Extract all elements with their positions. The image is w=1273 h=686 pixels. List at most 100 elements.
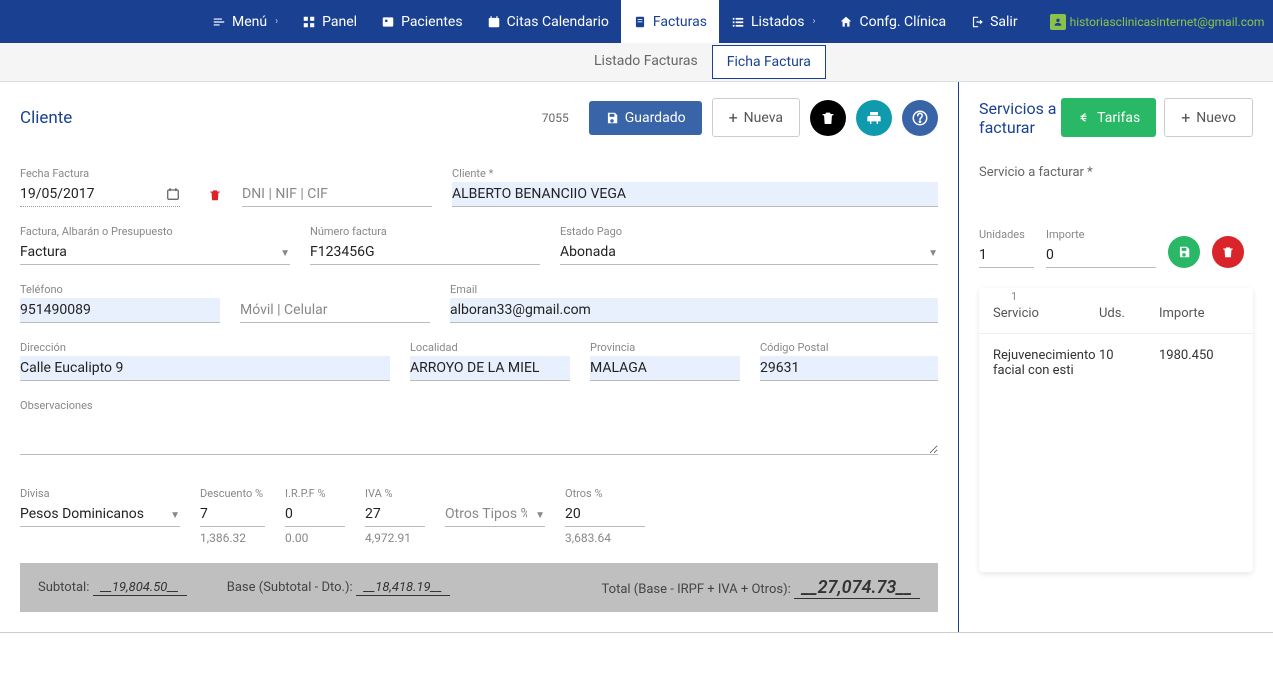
bottom-border: [0, 632, 1273, 633]
email-input[interactable]: [450, 298, 938, 323]
row-servicio: Rejuvenecimiento facial con esti: [993, 348, 1099, 378]
obs-label: Observaciones: [20, 399, 938, 412]
right-header: Servicios a facturar Tarifas + Nuevo: [979, 98, 1253, 137]
base-label: Base (Subtotal - Dto.):: [227, 580, 353, 595]
subnav-ficha[interactable]: Ficha Factura: [712, 45, 826, 79]
nav-citas[interactable]: Citas Calendario: [475, 0, 621, 43]
help-button[interactable]: [902, 100, 938, 136]
cp-input[interactable]: [760, 356, 938, 381]
nav-salir[interactable]: Salir: [958, 0, 1029, 43]
top-nav: Menú › Panel Pacientes Citas Calendario …: [0, 0, 1273, 43]
movil-input[interactable]: [240, 298, 430, 323]
delete-service-button[interactable]: [1212, 236, 1244, 268]
cliente-input[interactable]: [452, 182, 938, 207]
print-icon: [866, 110, 882, 126]
user-icon: [1050, 14, 1066, 30]
total-value: __27,074.73__: [794, 577, 920, 599]
estado-label: Estado Pago: [560, 225, 938, 238]
estado-select[interactable]: [560, 240, 938, 265]
guardado-button[interactable]: Guardado: [589, 101, 702, 135]
list-icon: [731, 15, 745, 29]
guardado-label: Guardado: [625, 110, 686, 126]
cliente-title: Cliente: [20, 108, 72, 128]
table-header: 1 Servicio Uds. Importe: [979, 288, 1253, 334]
loc-input[interactable]: [410, 356, 570, 381]
nav-pacientes[interactable]: Pacientes: [369, 0, 475, 43]
iva-calc: 4,972.91: [365, 531, 425, 545]
tel-label: Teléfono: [20, 283, 220, 296]
header-actions: 7055 Guardado + Nueva: [542, 98, 938, 137]
delete-button[interactable]: [810, 100, 846, 136]
unidades-input[interactable]: [979, 243, 1034, 268]
left-panel: Cliente 7055 Guardado + Nueva: [0, 82, 959, 632]
importe-input[interactable]: [1046, 243, 1156, 268]
total-label: Total (Base - IRPF + IVA + Otros):: [602, 582, 791, 597]
prov-label: Provincia: [590, 341, 740, 354]
otros-input[interactable]: [565, 502, 645, 527]
obs-textarea[interactable]: [20, 414, 938, 455]
calendar-icon: [487, 15, 501, 29]
divisa-select[interactable]: [20, 502, 180, 527]
invoice-id: 7055: [542, 111, 569, 125]
nav-facturas[interactable]: Facturas: [621, 0, 719, 43]
dir-input[interactable]: [20, 356, 390, 381]
row-uds: 10: [1099, 348, 1159, 378]
nav-user[interactable]: historiasclinicasinternet@gmail.com: [1050, 14, 1265, 30]
tarifas-button[interactable]: Tarifas: [1061, 98, 1156, 137]
nav-menu[interactable]: Menú ›: [200, 0, 290, 43]
menu-icon: [212, 15, 226, 29]
tarifas-label: Tarifas: [1097, 110, 1140, 126]
subnav-listado[interactable]: Listado Facturas: [580, 45, 712, 77]
patients-icon: [381, 15, 395, 29]
print-button[interactable]: [856, 100, 892, 136]
panel-icon: [302, 15, 316, 29]
totals-bar: Subtotal: __19,804.50__ Base (Subtotal -…: [20, 563, 938, 612]
dni-input[interactable]: [242, 182, 432, 207]
nueva-button[interactable]: + Nueva: [712, 98, 800, 137]
dir-label: Dirección: [20, 341, 390, 354]
loc-label: Localidad: [410, 341, 570, 354]
desc-input[interactable]: [200, 502, 265, 527]
iva-input[interactable]: [365, 502, 425, 527]
nav-facturas-label: Facturas: [653, 14, 707, 30]
right-panel: Servicios a facturar Tarifas + Nuevo Ser…: [959, 82, 1273, 632]
otros-tipos-label: [445, 487, 545, 500]
nuevo-button[interactable]: + Nuevo: [1164, 98, 1253, 137]
subtotal-value: __19,804.50__: [93, 580, 187, 596]
doctype-label: Factura, Albarán o Presupuesto: [20, 225, 290, 238]
email-label: Email: [450, 283, 938, 296]
nav-menu-label: Menú: [232, 14, 267, 30]
numfact-input[interactable]: [310, 240, 540, 265]
nav-listados[interactable]: Listados ›: [719, 0, 828, 43]
nav-confg-label: Confg. Clínica: [859, 14, 946, 30]
tel-input[interactable]: [20, 298, 220, 323]
col-uds: Uds.: [1099, 306, 1159, 321]
save-service-button[interactable]: [1168, 236, 1200, 268]
help-icon: [911, 109, 929, 127]
plus-icon: +: [1181, 108, 1190, 127]
irpf-calc: 0.00: [285, 531, 345, 545]
numfact-label: Número factura: [310, 225, 540, 238]
calendar-icon[interactable]: [166, 187, 180, 201]
desc-label: Descuento %: [200, 487, 265, 500]
trash-icon: [1221, 245, 1235, 259]
nuevo-label: Nuevo: [1196, 110, 1236, 126]
nav-confg[interactable]: Confg. Clínica: [827, 0, 958, 43]
prov-input[interactable]: [590, 356, 740, 381]
doctype-select[interactable]: [20, 240, 290, 265]
irpf-input[interactable]: [285, 502, 345, 527]
otros-tipos-select[interactable]: [445, 502, 545, 527]
table-row[interactable]: Rejuvenecimiento facial con esti 10 1980…: [979, 334, 1253, 392]
clear-date-button[interactable]: [208, 187, 222, 207]
nav-panel[interactable]: Panel: [290, 0, 369, 43]
chevron-right-icon: ›: [275, 16, 278, 27]
servicios-title: Servicios a facturar: [979, 99, 1061, 137]
servicio-input[interactable]: [979, 182, 1253, 206]
nav-salir-label: Salir: [990, 14, 1017, 30]
movil-label: [240, 283, 430, 296]
fecha-input[interactable]: [20, 182, 180, 207]
desc-calc: 1,386.32: [200, 531, 265, 545]
plus-icon: +: [729, 108, 738, 127]
save-icon: [1177, 245, 1191, 259]
dni-label: [242, 167, 432, 180]
